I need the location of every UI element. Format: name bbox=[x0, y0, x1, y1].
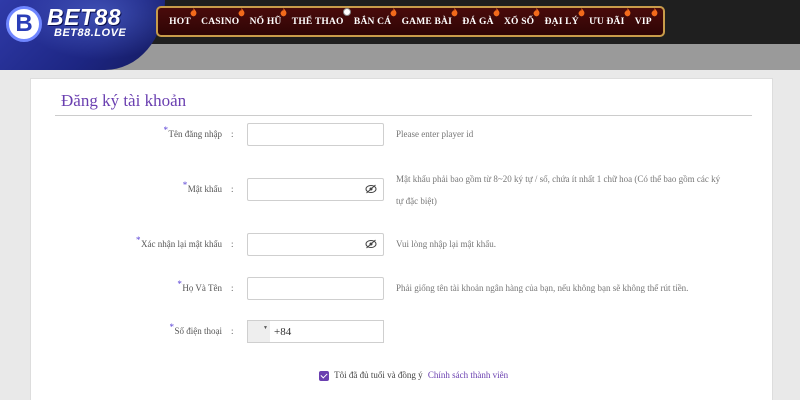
fullname-label: * Họ Và Tên bbox=[177, 279, 222, 293]
agreement-text: Tôi đã đủ tuổi và đồng ý bbox=[334, 370, 423, 380]
country-code-dropdown[interactable]: ▼ bbox=[247, 320, 271, 343]
label-colon: : bbox=[231, 129, 234, 139]
eye-slash-icon[interactable] bbox=[365, 184, 377, 194]
required-marker: * bbox=[169, 322, 175, 332]
nav-label: ƯU ĐÃI bbox=[589, 16, 625, 27]
phone-label-text: Số điện thoại bbox=[174, 326, 223, 336]
nav-label: BẮN CÁ bbox=[353, 16, 392, 27]
nav-label: NỔ HŨ bbox=[249, 16, 282, 27]
password-label: * Mật khẩu bbox=[183, 180, 222, 194]
confirm-password-hint: Vui lòng nhập lại mật khẩu. bbox=[396, 239, 496, 249]
nav-label: VIP bbox=[634, 16, 652, 27]
brand-logo[interactable]: B BET88 BET88.LOVE bbox=[0, 0, 165, 70]
nav-item-casino[interactable]: CASINO bbox=[201, 7, 245, 27]
flame-icon bbox=[390, 7, 397, 16]
flame-icon bbox=[624, 7, 630, 16]
flame-icon bbox=[651, 7, 658, 16]
flame-icon bbox=[238, 7, 245, 16]
flame-icon bbox=[493, 7, 500, 16]
phone-input[interactable] bbox=[270, 320, 384, 343]
caret-down-icon: ▼ bbox=[263, 326, 268, 331]
title-divider bbox=[55, 115, 752, 116]
flame-icon bbox=[281, 7, 287, 16]
username-input[interactable] bbox=[247, 123, 384, 146]
flame-icon bbox=[190, 7, 197, 16]
nav-item-the-thao[interactable]: THỂ THAO bbox=[291, 7, 351, 27]
fullname-hint: Phải giống tên tài khoản ngân hàng của b… bbox=[396, 283, 689, 293]
username-label: * Tên đăng nhập bbox=[164, 125, 222, 139]
agreement-checkbox[interactable] bbox=[319, 370, 329, 381]
flame-icon bbox=[533, 7, 540, 16]
label-colon: : bbox=[231, 239, 234, 249]
nav-item-hot[interactable]: HOT bbox=[169, 7, 197, 27]
logo-badge-letter: B bbox=[15, 10, 33, 37]
site-header: B BET88 BET88.LOVE HOT CASINO NỔ HŨ THỂ … bbox=[0, 0, 800, 70]
fullname-input[interactable] bbox=[247, 277, 384, 300]
confirm-password-input[interactable] bbox=[247, 233, 384, 256]
label-colon: : bbox=[231, 283, 234, 293]
confirm-password-label: * Xác nhận lại mật khẩu bbox=[136, 235, 222, 249]
soccer-ball-icon bbox=[342, 7, 351, 16]
nav-item-vip[interactable]: VIP bbox=[634, 7, 658, 27]
nav-item-ban-ca[interactable]: BẮN CÁ bbox=[353, 7, 397, 27]
username-label-text: Tên đăng nhập bbox=[168, 129, 222, 139]
flame-icon bbox=[451, 7, 458, 16]
nav-label: HOT bbox=[169, 16, 191, 27]
required-marker: * bbox=[182, 180, 188, 190]
registration-card: Đăng ký tài khoản * Tên đăng nhập : Plea… bbox=[30, 78, 773, 400]
required-marker: * bbox=[136, 235, 141, 245]
logo-badge-icon: B bbox=[6, 6, 42, 42]
nav-label: ĐẠI LÝ bbox=[544, 16, 579, 27]
confirm-password-label-text: Xác nhận lại mật khẩu bbox=[141, 239, 222, 249]
nav-item-uu-dai[interactable]: ƯU ĐÃI bbox=[589, 7, 630, 27]
label-colon: : bbox=[231, 184, 234, 194]
page-title: Đăng ký tài khoản bbox=[61, 91, 187, 110]
phone-label: * Số điện thoại bbox=[170, 322, 223, 336]
nav-item-da-ga[interactable]: ĐÁ GÀ bbox=[462, 7, 500, 27]
eye-slash-icon[interactable] bbox=[365, 239, 377, 249]
label-colon: : bbox=[231, 326, 234, 336]
password-hint-line2: tự đặc biệt) bbox=[396, 196, 437, 206]
fullname-label-text: Họ Và Tên bbox=[182, 283, 222, 293]
nav-item-no-hu[interactable]: NỔ HŨ bbox=[249, 7, 287, 27]
nav-label: THỂ THAO bbox=[291, 16, 344, 27]
required-marker: * bbox=[177, 279, 182, 289]
nav-item-game-bai[interactable]: GAME BÀI bbox=[401, 7, 458, 27]
nav-label: GAME BÀI bbox=[401, 16, 453, 27]
logo-domain: BET88.LOVE bbox=[54, 27, 127, 39]
agreement-row: Tôi đã đủ tuổi và đồng ý Chính sách thàn… bbox=[319, 370, 508, 381]
nav-label: XỔ SỐ bbox=[503, 16, 535, 27]
nav-label: ĐÁ GÀ bbox=[462, 16, 494, 27]
flame-icon bbox=[578, 7, 585, 16]
password-hint-line1: Mật khẩu phải bao gồm từ 8~20 ký tự / số… bbox=[396, 174, 721, 184]
main-nav: HOT CASINO NỔ HŨ THỂ THAO BẮN CÁ GAME BÀ… bbox=[156, 6, 665, 37]
password-input[interactable] bbox=[247, 178, 384, 201]
nav-label: CASINO bbox=[201, 16, 240, 27]
username-hint: Please enter player id bbox=[396, 129, 474, 139]
member-policy-link[interactable]: Chính sách thành viên bbox=[428, 370, 508, 380]
required-marker: * bbox=[163, 125, 169, 135]
nav-item-dai-ly[interactable]: ĐẠI LÝ bbox=[544, 7, 585, 27]
nav-item-xo-so[interactable]: XỔ SỐ bbox=[503, 7, 540, 27]
password-label-text: Mật khẩu bbox=[187, 184, 222, 194]
